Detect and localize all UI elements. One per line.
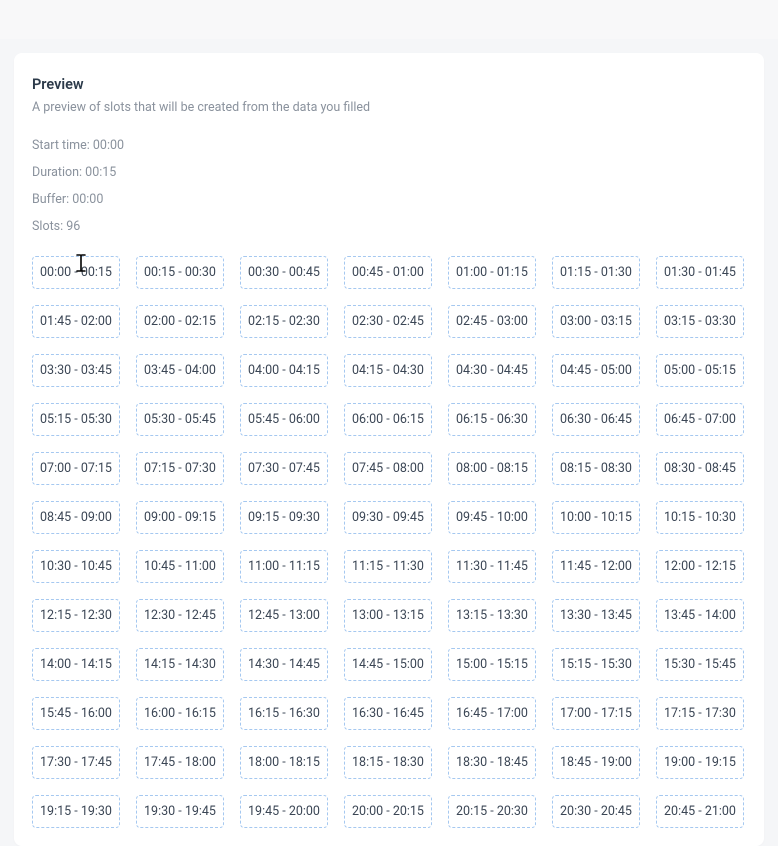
slot-item: 05:15 - 05:30 — [32, 403, 120, 436]
slot-item: 12:15 - 12:30 — [32, 599, 120, 632]
slot-item: 10:30 - 10:45 — [32, 550, 120, 583]
slot-item: 11:15 - 11:30 — [344, 550, 432, 583]
slot-item: 11:00 - 11:15 — [240, 550, 328, 583]
slot-item: 06:45 - 07:00 — [656, 403, 744, 436]
slot-item: 00:00 - 00:15 — [32, 256, 120, 289]
slot-item: 06:00 - 06:15 — [344, 403, 432, 436]
meta-duration: Duration: 00:15 — [32, 165, 746, 180]
slot-item: 15:45 - 16:00 — [32, 697, 120, 730]
slot-item: 13:30 - 13:45 — [552, 599, 640, 632]
slot-item: 07:15 - 07:30 — [136, 452, 224, 485]
slot-item: 20:45 - 21:00 — [656, 795, 744, 828]
slot-item: 03:15 - 03:30 — [656, 305, 744, 338]
slot-item: 02:15 - 02:30 — [240, 305, 328, 338]
meta-start-time: Start time: 00:00 — [32, 138, 746, 153]
top-banner — [0, 0, 778, 39]
slot-item: 16:15 - 16:30 — [240, 697, 328, 730]
slot-item: 14:45 - 15:00 — [344, 648, 432, 681]
slot-item: 17:00 - 17:15 — [552, 697, 640, 730]
slot-item: 09:00 - 09:15 — [136, 501, 224, 534]
slot-item: 13:00 - 13:15 — [344, 599, 432, 632]
slot-item: 14:30 - 14:45 — [240, 648, 328, 681]
slot-item: 20:00 - 20:15 — [344, 795, 432, 828]
slot-item: 07:45 - 08:00 — [344, 452, 432, 485]
slot-item: 10:45 - 11:00 — [136, 550, 224, 583]
slot-item: 12:00 - 12:15 — [656, 550, 744, 583]
meta-group: Start time: 00:00 Duration: 00:15 Buffer… — [32, 138, 746, 234]
card-title: Preview — [32, 76, 746, 93]
slot-item: 06:30 - 06:45 — [552, 403, 640, 436]
slot-item: 18:15 - 18:30 — [344, 746, 432, 779]
slot-item: 10:15 - 10:30 — [656, 501, 744, 534]
slot-item: 04:45 - 05:00 — [552, 354, 640, 387]
slot-item: 13:15 - 13:30 — [448, 599, 536, 632]
slot-item: 02:00 - 02:15 — [136, 305, 224, 338]
slot-item: 16:45 - 17:00 — [448, 697, 536, 730]
slot-item: 16:30 - 16:45 — [344, 697, 432, 730]
meta-slots-count: Slots: 96 — [32, 219, 746, 234]
preview-card: Preview A preview of slots that will be … — [14, 53, 764, 846]
meta-buffer: Buffer: 00:00 — [32, 192, 746, 207]
slot-item: 11:30 - 11:45 — [448, 550, 536, 583]
slot-item: 07:00 - 07:15 — [32, 452, 120, 485]
slot-item: 08:30 - 08:45 — [656, 452, 744, 485]
slot-item: 01:30 - 01:45 — [656, 256, 744, 289]
slot-item: 14:00 - 14:15 — [32, 648, 120, 681]
slot-item: 05:45 - 06:00 — [240, 403, 328, 436]
slot-item: 12:30 - 12:45 — [136, 599, 224, 632]
slot-item: 14:15 - 14:30 — [136, 648, 224, 681]
slot-item: 02:45 - 03:00 — [448, 305, 536, 338]
slot-item: 00:30 - 00:45 — [240, 256, 328, 289]
slot-item: 18:00 - 18:15 — [240, 746, 328, 779]
slot-item: 17:30 - 17:45 — [32, 746, 120, 779]
slot-item: 00:15 - 00:30 — [136, 256, 224, 289]
slot-item: 19:30 - 19:45 — [136, 795, 224, 828]
slot-item: 09:30 - 09:45 — [344, 501, 432, 534]
slot-item: 19:15 - 19:30 — [32, 795, 120, 828]
card-subtitle: A preview of slots that will be created … — [32, 100, 746, 115]
slot-item: 08:00 - 08:15 — [448, 452, 536, 485]
slot-item: 15:15 - 15:30 — [552, 648, 640, 681]
slot-item: 07:30 - 07:45 — [240, 452, 328, 485]
slot-item: 06:15 - 06:30 — [448, 403, 536, 436]
slot-item: 13:45 - 14:00 — [656, 599, 744, 632]
slot-item: 08:45 - 09:00 — [32, 501, 120, 534]
slot-item: 16:00 - 16:15 — [136, 697, 224, 730]
slot-item: 20:30 - 20:45 — [552, 795, 640, 828]
slot-item: 15:00 - 15:15 — [448, 648, 536, 681]
spacer — [0, 39, 778, 53]
slot-item: 03:30 - 03:45 — [32, 354, 120, 387]
slot-item: 00:45 - 01:00 — [344, 256, 432, 289]
slot-item: 19:45 - 20:00 — [240, 795, 328, 828]
slot-item: 18:30 - 18:45 — [448, 746, 536, 779]
slot-item: 20:15 - 20:30 — [448, 795, 536, 828]
slot-item: 17:45 - 18:00 — [136, 746, 224, 779]
slot-item: 03:45 - 04:00 — [136, 354, 224, 387]
slot-item: 04:30 - 04:45 — [448, 354, 536, 387]
slot-item: 05:30 - 05:45 — [136, 403, 224, 436]
slot-item: 02:30 - 02:45 — [344, 305, 432, 338]
slot-item: 04:15 - 04:30 — [344, 354, 432, 387]
slot-item: 19:00 - 19:15 — [656, 746, 744, 779]
slot-item: 01:45 - 02:00 — [32, 305, 120, 338]
slot-item: 11:45 - 12:00 — [552, 550, 640, 583]
slot-item: 01:15 - 01:30 — [552, 256, 640, 289]
slot-item: 05:00 - 05:15 — [656, 354, 744, 387]
slot-item: 15:30 - 15:45 — [656, 648, 744, 681]
slot-item: 04:00 - 04:15 — [240, 354, 328, 387]
slot-item: 18:45 - 19:00 — [552, 746, 640, 779]
slot-item: 08:15 - 08:30 — [552, 452, 640, 485]
slot-item: 17:15 - 17:30 — [656, 697, 744, 730]
slot-grid: 00:00 - 00:15 00:15 - 00:30 00:30 - 00:45 0… — [32, 256, 746, 828]
slot-item: 10:00 - 10:15 — [552, 501, 640, 534]
slot-item: 09:15 - 09:30 — [240, 501, 328, 534]
slot-item: 01:00 - 01:15 — [448, 256, 536, 289]
slot-item: 12:45 - 13:00 — [240, 599, 328, 632]
slot-item: 09:45 - 10:00 — [448, 501, 536, 534]
slot-item: 03:00 - 03:15 — [552, 305, 640, 338]
